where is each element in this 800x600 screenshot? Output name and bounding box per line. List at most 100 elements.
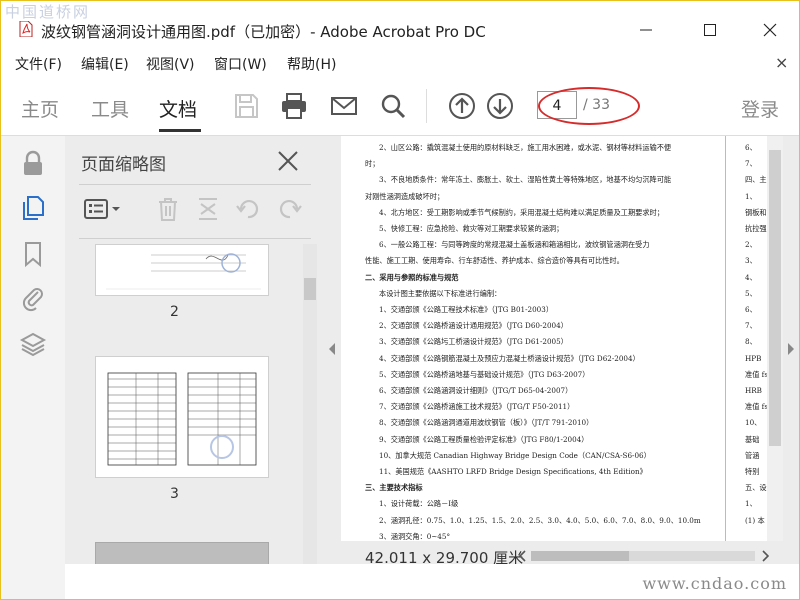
print-icon[interactable] bbox=[279, 91, 309, 121]
document-right-fragment: 抗拉强度 bbox=[745, 224, 767, 233]
document-right-fragment: 1、 bbox=[745, 191, 757, 201]
document-line: 对刚性涵洞造成破坏时； bbox=[365, 191, 445, 201]
document-right-fragment: 4、 bbox=[745, 272, 757, 282]
document-right-fragment: 五、设计 bbox=[745, 483, 767, 493]
bookmark-icon[interactable] bbox=[19, 240, 47, 268]
thumbnail-options-icon[interactable] bbox=[83, 196, 123, 222]
document-line: 8、交通部颁《公路涵洞通道用波纹钢管（板）》（JT/T 791-2010） bbox=[379, 418, 594, 428]
tab-document[interactable]: 文档 bbox=[159, 95, 197, 122]
menu-edit[interactable]: 编辑(E) bbox=[81, 54, 129, 74]
menu-window[interactable]: 窗口(W) bbox=[214, 54, 267, 74]
previous-page-icon[interactable] bbox=[447, 91, 477, 121]
panel-title: 页面缩略图 bbox=[81, 155, 166, 175]
document-right-fragment: 7、 bbox=[745, 321, 757, 331]
left-panel-splitter[interactable] bbox=[323, 136, 341, 564]
search-icon[interactable] bbox=[378, 91, 408, 121]
horizontal-scrollbar[interactable] bbox=[531, 551, 755, 561]
lock-icon[interactable] bbox=[19, 150, 47, 178]
close-panel-icon[interactable] bbox=[275, 148, 301, 174]
thumbnail-list: 2 3 bbox=[65, 244, 305, 564]
document-line: 3、不良地质条件：常年冻土、膨胀土、软土、湿陷性黄土等特殊地区，地基不均匀沉降可… bbox=[379, 175, 672, 185]
document-right-fragment: 钢板和钢 bbox=[745, 207, 767, 217]
document-line: 9、交通部颁《公路工程质量检验评定标准》（JTG F80/1-2004） bbox=[379, 434, 589, 444]
document-right-fragment: 管涵 bbox=[745, 450, 760, 460]
document-line: 三、主要技术指标 bbox=[365, 483, 423, 493]
thumbnail-page-number: 2 bbox=[170, 304, 179, 320]
email-icon[interactable] bbox=[329, 91, 359, 121]
thumbnail-panel: 页面缩略图 2 3 bbox=[65, 136, 323, 564]
next-page-icon[interactable] bbox=[485, 91, 515, 121]
close-document-button[interactable]: × bbox=[775, 53, 788, 72]
page-thumbnail[interactable] bbox=[95, 244, 269, 296]
maximize-button[interactable] bbox=[695, 17, 725, 43]
sign-in-button[interactable]: 登录 bbox=[741, 95, 779, 122]
rotate-left-icon[interactable] bbox=[235, 196, 261, 222]
document-line: 3、交通部颁《公路圬工桥涵设计规范》（JTG D61-2005） bbox=[379, 337, 568, 347]
left-navigation-rail bbox=[1, 136, 66, 599]
document-right-fragment: 准值 fsk=4 bbox=[745, 402, 767, 412]
document-line: 4、北方地区：受工期影响或季节气候制约，采用混凝土结构难以满足质量及工期要求时； bbox=[379, 207, 664, 217]
thumbnail-preview bbox=[107, 372, 257, 466]
document-page[interactable]: 2、山区公路：撬筑混凝土使用的原材料缺乏，施工用水困难，或水泥、钢材等材料运输不… bbox=[341, 136, 767, 564]
rotate-right-icon[interactable] bbox=[277, 196, 303, 222]
right-panel-splitter[interactable] bbox=[783, 136, 799, 564]
annotation-highlight-ellipse bbox=[538, 87, 640, 125]
document-right-fragment: HRB bbox=[745, 386, 762, 395]
document-right-fragment: 3、 bbox=[745, 256, 757, 266]
document-line: 2、交通部颁《公路桥涵设计通用规范》（JTG D60-2004） bbox=[379, 321, 568, 331]
menu-help[interactable]: 帮助(H) bbox=[287, 54, 336, 74]
document-line: 性能、施工工期、使用寿命、行车舒适性、养护成本、综合造价等具有可比性时。 bbox=[365, 256, 624, 266]
document-right-fragment: 6、 bbox=[745, 305, 757, 314]
document-right-fragment: 特别 bbox=[745, 467, 760, 476]
panel-divider-2 bbox=[79, 238, 311, 239]
close-icon bbox=[763, 23, 777, 37]
minimize-button[interactable] bbox=[631, 17, 661, 43]
document-line: 11、美国规范《AASHTO LRFD Bridge Design Specif… bbox=[379, 467, 647, 476]
save-icon[interactable] bbox=[231, 91, 261, 121]
document-right-fragment: 8、 bbox=[745, 337, 757, 347]
page-thumbnail[interactable] bbox=[95, 356, 269, 478]
delete-icon[interactable] bbox=[155, 196, 181, 222]
document-line: 6、一般公路工程：与同等跨度的常规混凝土盖板涵和箱涵相比，波纹钢管涵洞在受力 bbox=[379, 240, 650, 250]
thumbnail-scrollbar[interactable] bbox=[303, 244, 317, 564]
page-gutter-line bbox=[725, 136, 726, 564]
expand-right-icon[interactable] bbox=[786, 342, 796, 356]
toolbar-divider bbox=[426, 89, 427, 123]
attachment-icon[interactable] bbox=[19, 284, 47, 312]
tab-home[interactable]: 主页 bbox=[21, 95, 59, 122]
minimize-icon bbox=[640, 29, 652, 31]
document-line: 本设计图主要依据以下标准进行编制： bbox=[379, 288, 502, 298]
menu-view[interactable]: 视图(V) bbox=[146, 54, 195, 74]
title-bar: 波纹钢管涵洞设计通用图.pdf（已加密）- Adobe Acrobat Pro … bbox=[1, 1, 799, 45]
document-right-fragment: 7、 bbox=[745, 159, 757, 169]
document-right-fragment: 准值 fsk=3 bbox=[745, 369, 767, 379]
page-thumbnail-selected[interactable] bbox=[95, 542, 269, 564]
scroll-left-icon[interactable] bbox=[519, 550, 527, 562]
page-thumbnails-icon[interactable] bbox=[19, 194, 47, 222]
close-window-button[interactable] bbox=[755, 17, 785, 43]
document-vertical-scrollbar[interactable] bbox=[767, 136, 783, 564]
document-line: 6、交通部颁《公路涵洞设计细则》（JTG/T D65-04-2007） bbox=[379, 386, 573, 395]
document-line: 10、加拿大规范 Canadian Highway Bridge Design … bbox=[379, 450, 651, 460]
thumbnail-scrollbar-thumb[interactable] bbox=[304, 278, 316, 300]
document-line: 1、设计荷载：公路－Ⅰ级 bbox=[379, 499, 459, 509]
scroll-right-icon[interactable] bbox=[761, 550, 769, 562]
document-line: 4、交通部颁《公路钢筋混凝土及预应力混凝土桥涵设计规范》（JTG D62-200… bbox=[379, 353, 640, 363]
maximize-icon bbox=[704, 24, 716, 36]
document-line: 2、涵洞孔径：0.75、1.0、1.25、1.5、2.0、2.5、3.0、4.0… bbox=[379, 515, 701, 525]
document-line: 2、山区公路：撬筑混凝土使用的原材料缺乏，施工用水困难，或水泥、钢材等材料运输不… bbox=[379, 143, 672, 152]
tab-tools[interactable]: 工具 bbox=[91, 95, 129, 122]
document-right-fragment: HPB bbox=[745, 353, 762, 363]
document-right-fragment: 6、 bbox=[745, 143, 757, 152]
document-line: 时； bbox=[365, 159, 380, 169]
extract-page-icon[interactable] bbox=[195, 196, 221, 222]
document-line: 1、交通部颁《公路工程技术标准》（JTG B01-2003） bbox=[379, 305, 554, 314]
layers-icon[interactable] bbox=[19, 330, 47, 358]
thumbnail-page-number: 3 bbox=[170, 486, 179, 502]
horizontal-scrollbar-thumb[interactable] bbox=[531, 551, 629, 561]
vertical-scrollbar-thumb[interactable] bbox=[769, 150, 781, 446]
watermark-bottom: www.cndao.com bbox=[642, 574, 787, 593]
collapse-left-icon[interactable] bbox=[327, 342, 337, 356]
menu-bar: 文件(F) 编辑(E) 视图(V) 窗口(W) 帮助(H) × bbox=[1, 49, 799, 77]
menu-file[interactable]: 文件(F) bbox=[15, 54, 62, 74]
